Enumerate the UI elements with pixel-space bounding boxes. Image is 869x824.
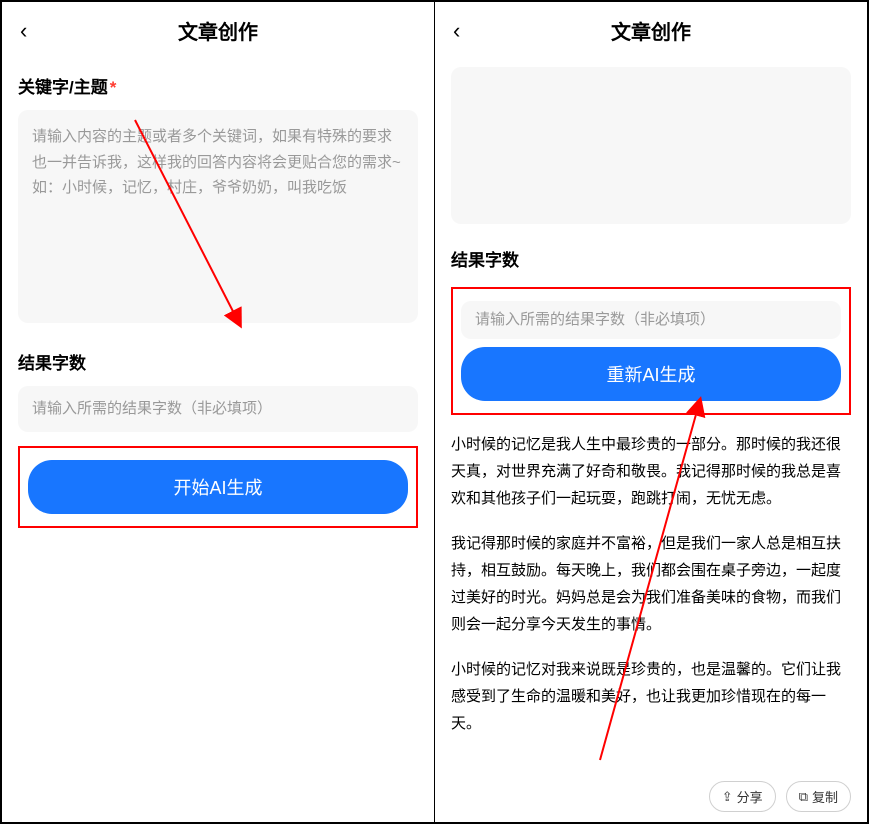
keyword-input-box	[18, 110, 418, 323]
page-title: 文章创作	[611, 16, 691, 45]
result-count-input-box	[461, 301, 841, 339]
required-mark: *	[110, 78, 117, 97]
result-count-label: 结果字数	[451, 246, 851, 271]
result-paragraph: 小时候的记忆对我来说既是珍贵的，也是温馨的。它们让我感受到了生命的温暖和美好，也…	[451, 656, 851, 737]
result-text: 小时候的记忆是我人生中最珍贵的一部分。那时候的我还很天真，对世界充满了好奇和敬畏…	[451, 431, 851, 755]
result-paragraph: 小时候的记忆是我人生中最珍贵的一部分。那时候的我还很天真，对世界充满了好奇和敬畏…	[451, 431, 851, 512]
button-highlight-box: 重新AI生成	[451, 287, 851, 415]
keyword-label: 关键字/主题*	[18, 73, 418, 98]
content-area: 关键字/主题* 结果字数 开始AI生成	[2, 59, 434, 822]
generate-button[interactable]: 开始AI生成	[28, 460, 408, 514]
result-count-input[interactable]	[475, 311, 827, 328]
button-highlight-box: 开始AI生成	[18, 446, 418, 528]
copy-icon: ⧉	[799, 789, 808, 805]
copy-label: 复制	[812, 787, 838, 806]
result-count-input[interactable]	[32, 400, 404, 417]
keyword-textarea[interactable]	[32, 124, 404, 304]
screen-left: ‹ 文章创作 关键字/主题* 结果字数 开始AI生成	[2, 2, 435, 822]
result-count-input-box	[18, 386, 418, 432]
header: ‹ 文章创作	[435, 2, 867, 59]
back-icon[interactable]: ‹	[453, 18, 460, 44]
share-label: 分享	[737, 787, 763, 806]
copy-button[interactable]: ⧉ 复制	[786, 781, 851, 812]
regenerate-button[interactable]: 重新AI生成	[461, 347, 841, 401]
keyword-label-text: 关键字/主题	[18, 78, 108, 97]
screen-right: ‹ 文章创作 结果字数 重新AI生成 小时候的记忆是我人生中最珍贵的一部分。那时…	[435, 2, 867, 822]
keyword-input-box-collapsed[interactable]	[451, 67, 851, 224]
back-icon[interactable]: ‹	[20, 18, 27, 44]
page-title: 文章创作	[178, 16, 258, 45]
content-area: 结果字数 重新AI生成 小时候的记忆是我人生中最珍贵的一部分。那时候的我还很天真…	[435, 59, 867, 771]
result-paragraph: 我记得那时候的家庭并不富裕，但是我们一家人总是相互扶持，相互鼓励。每天晚上，我们…	[451, 530, 851, 638]
result-count-label: 结果字数	[18, 349, 418, 374]
header: ‹ 文章创作	[2, 2, 434, 59]
bottom-actions: ⇪ 分享 ⧉ 复制	[435, 771, 867, 822]
share-button[interactable]: ⇪ 分享	[709, 781, 776, 812]
share-icon: ⇪	[722, 789, 733, 805]
